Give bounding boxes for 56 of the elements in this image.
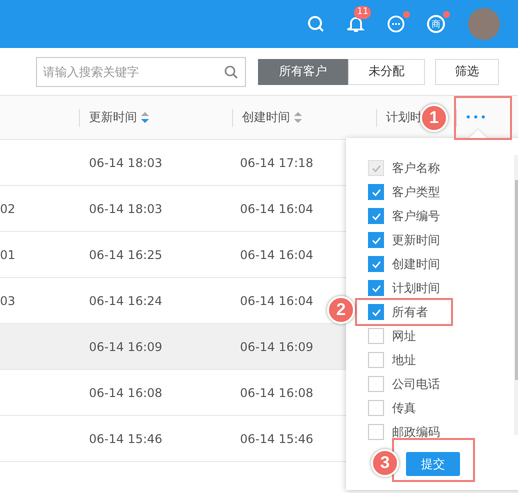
column-option[interactable]: 网址 xyxy=(368,324,518,348)
notification-badge: 11 xyxy=(354,6,372,19)
checkbox[interactable] xyxy=(368,352,384,368)
table-cell: 06-14 15:46 xyxy=(240,432,314,446)
filter-button[interactable]: 筛选 xyxy=(435,58,499,84)
table-cell: 06-14 16:09 xyxy=(89,340,162,354)
checkbox[interactable] xyxy=(368,280,384,296)
table-cell: 06-14 16:25 xyxy=(89,248,162,262)
checkbox[interactable] xyxy=(368,424,384,440)
filter-tab[interactable]: 所有客户 xyxy=(258,58,348,84)
checkbox[interactable] xyxy=(368,400,384,416)
table-cell: 06-14 16:04 xyxy=(240,248,314,262)
sort-icon[interactable] xyxy=(294,112,302,123)
bell-icon[interactable] xyxy=(347,15,365,33)
column-option[interactable]: 计划时间 xyxy=(368,276,518,300)
table-cell: 06-14 18:03 xyxy=(89,156,162,170)
check-icon xyxy=(370,210,382,222)
table-cell: 03 xyxy=(0,294,16,308)
check-icon xyxy=(370,282,382,294)
table-cell: 06-14 17:18 xyxy=(240,156,314,170)
checkbox[interactable] xyxy=(368,376,384,392)
table-cell: 06-14 18:03 xyxy=(89,202,162,216)
checkbox[interactable] xyxy=(368,256,384,272)
checkbox[interactable] xyxy=(368,232,384,248)
column-option[interactable]: 公司电话 xyxy=(368,372,518,396)
column-header: 更新时间 xyxy=(89,109,137,126)
table-cell: 06-14 16:24 xyxy=(89,294,162,308)
check-icon xyxy=(370,258,382,270)
checkbox[interactable] xyxy=(368,328,384,344)
table-cell: 02 xyxy=(0,202,16,216)
column-option[interactable]: 邮政编码 xyxy=(368,420,518,444)
filter-tab[interactable]: 未分配 xyxy=(348,58,425,84)
table-cell: 06-14 16:09 xyxy=(240,340,314,354)
highlight-frame xyxy=(454,96,512,140)
checkbox[interactable] xyxy=(368,208,384,224)
table-cell: 06-14 16:04 xyxy=(240,294,314,308)
sort-icon[interactable] xyxy=(141,112,149,123)
table-cell: 06-14 16:08 xyxy=(240,386,314,400)
table-cell: 06-14 16:08 xyxy=(89,386,162,400)
check-icon xyxy=(370,186,382,198)
check-icon xyxy=(370,162,382,174)
column-option[interactable]: 所有者 xyxy=(368,300,518,324)
search-icon[interactable] xyxy=(224,64,238,78)
search-field[interactable]: 请输入搜索关键字 xyxy=(36,56,246,86)
column-header: 创建时间 xyxy=(242,109,290,126)
checkbox[interactable] xyxy=(368,184,384,200)
check-icon xyxy=(370,234,382,246)
column-option[interactable]: 创建时间 xyxy=(368,252,518,276)
table-cell: 01 xyxy=(0,248,16,262)
column-header: 计划时 xyxy=(386,109,422,126)
check-icon xyxy=(370,306,382,318)
column-option[interactable]: 地址 xyxy=(368,348,518,372)
column-option[interactable]: 客户编号 xyxy=(368,204,518,228)
table-cell: 06-14 16:04 xyxy=(240,202,314,216)
checkbox[interactable] xyxy=(368,304,384,320)
table-cell: 06-14 15:46 xyxy=(89,432,162,446)
